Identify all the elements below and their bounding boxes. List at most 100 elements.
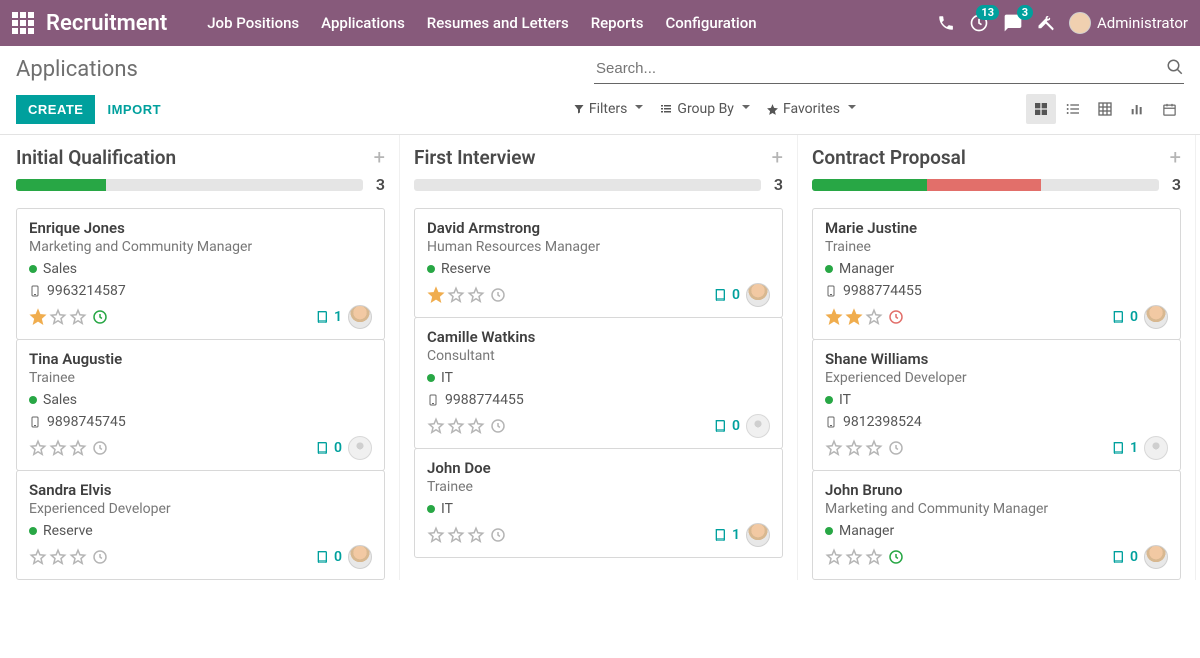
- phone-icon[interactable]: [937, 14, 955, 32]
- search-input[interactable]: [594, 54, 1184, 84]
- priority-star-icon[interactable]: [845, 308, 863, 326]
- assignee-avatar-icon[interactable]: [746, 283, 770, 307]
- activity-clock-icon[interactable]: [887, 308, 905, 326]
- assignee-avatar-icon[interactable]: [1144, 436, 1168, 460]
- priority-star-icon[interactable]: [29, 439, 47, 457]
- column-title[interactable]: First Interview: [414, 146, 536, 169]
- priority-star-icon[interactable]: [427, 526, 445, 544]
- attachment-count[interactable]: 0: [1111, 309, 1138, 325]
- priority-star-icon[interactable]: [865, 308, 883, 326]
- menu-reports[interactable]: Reports: [591, 14, 644, 32]
- activity-clock-icon[interactable]: [489, 286, 507, 304]
- tools-icon[interactable]: [1037, 14, 1055, 32]
- view-list-button[interactable]: [1058, 94, 1088, 124]
- activity-clock-icon[interactable]: [91, 548, 109, 566]
- menu-resumes-letters[interactable]: Resumes and Letters: [427, 14, 569, 32]
- priority-star-icon[interactable]: [427, 286, 445, 304]
- kanban-card[interactable]: Sandra Elvis Experienced Developer Reser…: [16, 470, 385, 580]
- priority-star-icon[interactable]: [69, 308, 87, 326]
- priority-star-icon[interactable]: [825, 308, 843, 326]
- attachment-count[interactable]: 0: [1111, 549, 1138, 565]
- create-button[interactable]: CREATE: [16, 95, 95, 124]
- kanban-card[interactable]: Camille Watkins Consultant IT 9988774455…: [414, 317, 783, 449]
- view-calendar-button[interactable]: [1154, 94, 1184, 124]
- activity-icon[interactable]: 13: [969, 13, 989, 33]
- assignee-avatar-icon[interactable]: [348, 436, 372, 460]
- view-kanban-button[interactable]: [1026, 94, 1056, 124]
- activity-clock-icon[interactable]: [91, 439, 109, 457]
- apps-launcher-icon[interactable]: [12, 12, 34, 34]
- view-graph-button[interactable]: [1122, 94, 1152, 124]
- priority-star-icon[interactable]: [29, 548, 47, 566]
- priority-star-icon[interactable]: [825, 439, 843, 457]
- messages-icon[interactable]: 3: [1003, 13, 1023, 33]
- groupby-dropdown[interactable]: Group By: [659, 101, 750, 117]
- priority-star-icon[interactable]: [49, 308, 67, 326]
- priority-star-icon[interactable]: [825, 548, 843, 566]
- filters-dropdown[interactable]: Filters: [573, 101, 644, 117]
- activity-clock-icon[interactable]: [489, 417, 507, 435]
- priority-star-icon[interactable]: [865, 439, 883, 457]
- activity-clock-icon[interactable]: [887, 439, 905, 457]
- assignee-avatar-icon[interactable]: [348, 305, 372, 329]
- priority-star-icon[interactable]: [467, 286, 485, 304]
- view-pivot-button[interactable]: [1090, 94, 1120, 124]
- priority-star-icon[interactable]: [845, 439, 863, 457]
- kanban-card[interactable]: Tina Augustie Trainee Sales 9898745745 0: [16, 339, 385, 471]
- activity-clock-icon[interactable]: [887, 548, 905, 566]
- priority-star-icon[interactable]: [467, 417, 485, 435]
- priority-star-icon[interactable]: [447, 286, 465, 304]
- candidate-phone: 9963214587: [29, 283, 372, 299]
- column-title[interactable]: Contract Proposal: [812, 146, 966, 169]
- attachment-count[interactable]: 0: [713, 418, 740, 434]
- assignee-avatar-icon[interactable]: [746, 523, 770, 547]
- menu-job-positions[interactable]: Job Positions: [207, 14, 299, 32]
- priority-star-icon[interactable]: [447, 417, 465, 435]
- assignee-avatar-icon[interactable]: [348, 545, 372, 569]
- activity-clock-icon[interactable]: [489, 526, 507, 544]
- priority-star-icon[interactable]: [447, 526, 465, 544]
- kanban-card[interactable]: Marie Justine Trainee Manager 9988774455…: [812, 208, 1181, 340]
- priority-star-icon[interactable]: [467, 526, 485, 544]
- mobile-icon: [29, 283, 41, 299]
- priority-star-icon[interactable]: [69, 548, 87, 566]
- assignee-avatar-icon[interactable]: [746, 414, 770, 438]
- priority-star-icon[interactable]: [49, 548, 67, 566]
- search-icon[interactable]: [1166, 58, 1184, 76]
- column-title[interactable]: Initial Qualification: [16, 146, 176, 169]
- menu-applications[interactable]: Applications: [321, 14, 405, 32]
- priority-star-icon[interactable]: [69, 439, 87, 457]
- favorites-dropdown[interactable]: Favorites: [766, 101, 856, 117]
- attachment-count[interactable]: 1: [315, 309, 342, 325]
- kanban-card[interactable]: Enrique Jones Marketing and Community Ma…: [16, 208, 385, 340]
- kanban-card[interactable]: David Armstrong Human Resources Manager …: [414, 208, 783, 318]
- candidate-phone: 9988774455: [427, 392, 770, 408]
- mobile-icon: [825, 283, 837, 299]
- priority-star-icon[interactable]: [845, 548, 863, 566]
- star-icon: [766, 103, 779, 116]
- attachment-count[interactable]: 0: [713, 287, 740, 303]
- add-card-button[interactable]: +: [374, 145, 385, 169]
- add-card-button[interactable]: +: [772, 145, 783, 169]
- attachment-count[interactable]: 0: [315, 549, 342, 565]
- priority-star-icon[interactable]: [865, 548, 883, 566]
- attachment-count[interactable]: 1: [713, 527, 740, 543]
- kanban-card[interactable]: Shane Williams Experienced Developer IT …: [812, 339, 1181, 471]
- candidate-position: Trainee: [427, 479, 770, 495]
- add-card-button[interactable]: +: [1170, 145, 1181, 169]
- priority-star-icon[interactable]: [29, 308, 47, 326]
- priority-star-icon[interactable]: [49, 439, 67, 457]
- kanban-card[interactable]: John Doe Trainee IT 1: [414, 448, 783, 558]
- user-menu[interactable]: Administrator: [1069, 12, 1188, 34]
- assignee-avatar-icon[interactable]: [1144, 545, 1168, 569]
- priority-star-icon[interactable]: [427, 417, 445, 435]
- kanban-column: Contract Proposal + 3 Marie Justine Trai…: [798, 135, 1196, 580]
- import-button[interactable]: IMPORT: [95, 95, 173, 124]
- attachment-count[interactable]: 1: [1111, 440, 1138, 456]
- top-menu: Job Positions Applications Resumes and L…: [207, 14, 756, 32]
- attachment-count[interactable]: 0: [315, 440, 342, 456]
- kanban-card[interactable]: John Bruno Marketing and Community Manag…: [812, 470, 1181, 580]
- assignee-avatar-icon[interactable]: [1144, 305, 1168, 329]
- menu-configuration[interactable]: Configuration: [666, 14, 757, 32]
- activity-clock-icon[interactable]: [91, 308, 109, 326]
